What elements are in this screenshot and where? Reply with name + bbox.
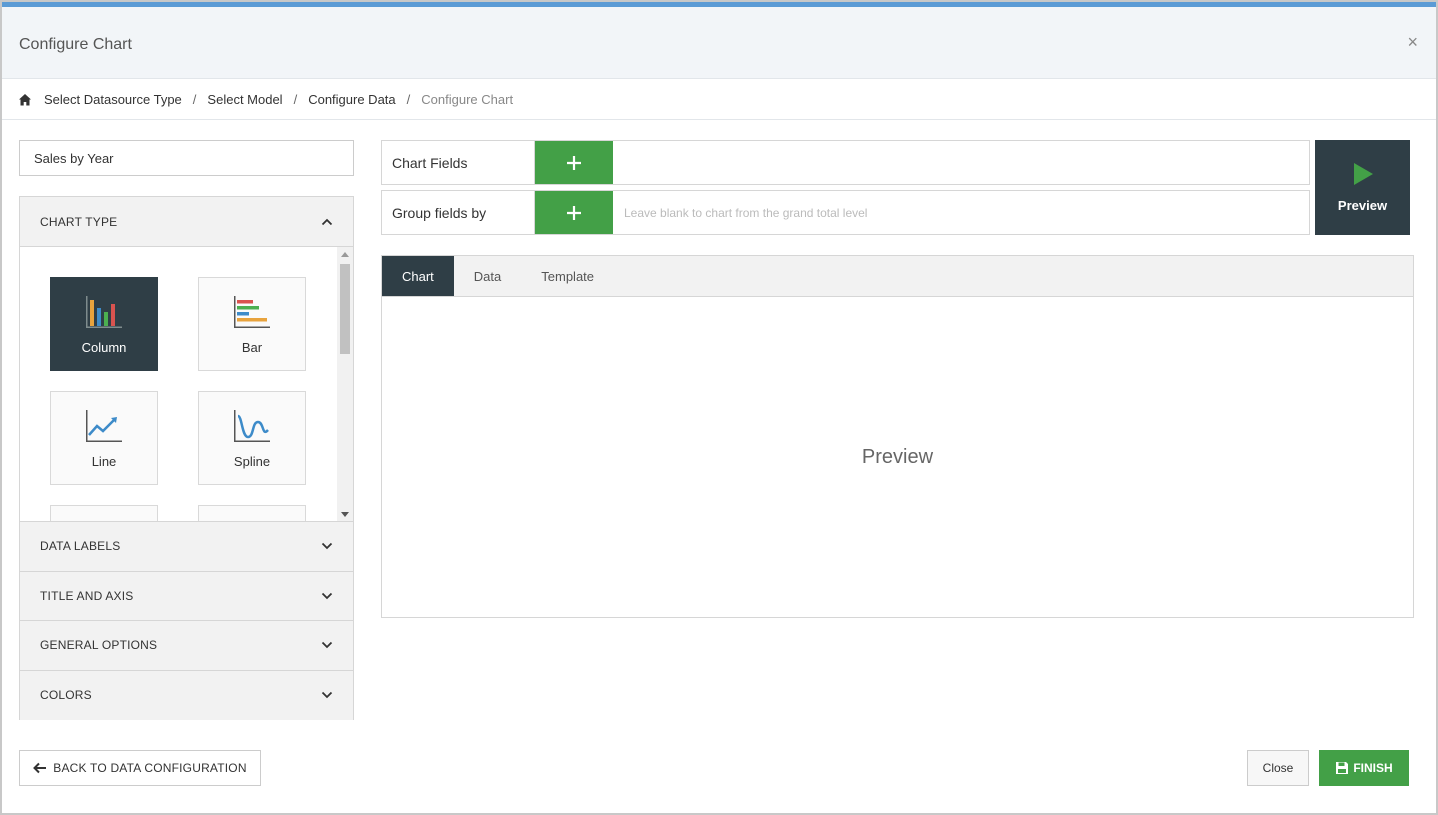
dialog-header: Configure Chart × <box>2 7 1436 79</box>
play-icon <box>1353 163 1373 185</box>
chart-type-scrollbar[interactable] <box>337 247 353 521</box>
chart-preview-panel: Chart Data Template Preview <box>381 255 1414 618</box>
chevron-down-icon <box>321 592 333 600</box>
breadcrumb: Select Datasource Type / Select Model / … <box>2 80 1436 120</box>
configure-chart-dialog: Configure Chart × Select Datasource Type… <box>0 0 1438 815</box>
add-chart-field-button[interactable] <box>535 141 613 184</box>
chart-fields-dropzone[interactable] <box>613 141 1309 184</box>
scroll-down-arrow-icon[interactable] <box>341 512 349 517</box>
finish-button[interactable]: FINISH <box>1319 750 1409 786</box>
chart-type-more[interactable] <box>50 505 158 521</box>
scroll-thumb[interactable] <box>340 264 350 354</box>
section-general-options-header[interactable]: GENERAL OPTIONS <box>20 621 353 671</box>
chevron-down-icon <box>321 642 333 649</box>
section-colors-header[interactable]: COLORS <box>20 670 353 720</box>
scroll-up-arrow-icon[interactable] <box>341 252 349 257</box>
save-icon <box>1335 761 1349 775</box>
bar-chart-icon <box>234 295 270 328</box>
chevron-up-icon <box>321 218 333 225</box>
group-fields-row: Group fields by Leave blank to chart fro… <box>381 190 1310 235</box>
breadcrumb-separator: / <box>406 92 411 107</box>
spline-chart-icon <box>234 409 270 442</box>
home-icon[interactable] <box>18 93 32 107</box>
group-fields-label: Group fields by <box>382 191 535 234</box>
preview-placeholder: Preview <box>861 446 934 468</box>
group-fields-dropzone[interactable]: Leave blank to chart from the grand tota… <box>613 191 1309 234</box>
add-group-field-button[interactable] <box>535 191 613 234</box>
chevron-down-icon <box>321 692 333 699</box>
dialog-title: Configure Chart <box>19 36 132 53</box>
chart-fields-row: Chart Fields <box>381 140 1310 185</box>
section-title-and-axis-header[interactable]: TITLE AND AXIS <box>20 571 353 621</box>
column-chart-icon <box>86 295 122 328</box>
tab-template[interactable]: Template <box>521 256 614 296</box>
tab-chart[interactable]: Chart <box>382 256 454 296</box>
chart-type-line[interactable]: Line <box>50 391 158 485</box>
chart-type-column[interactable]: Column <box>50 277 158 371</box>
options-accordion: CHART TYPE Column Bar Line Spline DATA L… <box>19 196 354 720</box>
line-chart-icon <box>86 409 122 442</box>
section-chart-type-header[interactable]: CHART TYPE <box>20 197 353 247</box>
section-data-labels-label: DATA LABELS <box>40 539 121 554</box>
chart-type-list: Column Bar Line Spline <box>20 247 353 522</box>
close-icon[interactable]: × <box>1407 33 1418 51</box>
section-chart-type-label: CHART TYPE <box>40 214 118 229</box>
tab-bar: Chart Data Template <box>382 256 1413 297</box>
section-data-labels-header[interactable]: DATA LABELS <box>20 522 353 572</box>
chart-name-input[interactable] <box>19 140 354 176</box>
chevron-down-icon <box>321 543 333 550</box>
chart-type-label: Line <box>91 453 117 469</box>
arrow-left-icon <box>33 762 47 774</box>
back-to-data-configuration-button[interactable]: BACK TO DATA CONFIGURATION <box>19 750 261 786</box>
section-colors-label: COLORS <box>40 688 92 703</box>
breadcrumb-separator: / <box>293 92 298 107</box>
breadcrumb-separator: / <box>192 92 197 107</box>
chart-type-more[interactable] <box>198 505 306 521</box>
chart-fields-label: Chart Fields <box>382 141 535 184</box>
breadcrumb-configure-chart: Configure Chart <box>421 92 514 107</box>
plus-icon <box>567 155 581 170</box>
section-title-and-axis-label: TITLE AND AXIS <box>40 588 134 603</box>
chart-type-label: Spline <box>233 453 271 469</box>
tab-data[interactable]: Data <box>454 256 521 296</box>
breadcrumb-configure-data[interactable]: Configure Data <box>308 92 395 107</box>
back-button-label: BACK TO DATA CONFIGURATION <box>53 761 247 775</box>
preview-button[interactable]: Preview <box>1315 140 1410 235</box>
breadcrumb-select-model[interactable]: Select Model <box>207 92 282 107</box>
chart-type-bar[interactable]: Bar <box>198 277 306 371</box>
chart-type-label: Column <box>81 339 127 355</box>
chart-type-label: Bar <box>241 339 263 355</box>
breadcrumb-select-datasource-type[interactable]: Select Datasource Type <box>44 92 182 107</box>
section-general-options-label: GENERAL OPTIONS <box>40 638 158 653</box>
chart-type-spline[interactable]: Spline <box>198 391 306 485</box>
preview-button-label: Preview <box>1337 198 1388 213</box>
finish-button-label: FINISH <box>1353 761 1393 775</box>
plus-icon <box>567 205 581 220</box>
close-button[interactable]: Close <box>1247 750 1309 786</box>
